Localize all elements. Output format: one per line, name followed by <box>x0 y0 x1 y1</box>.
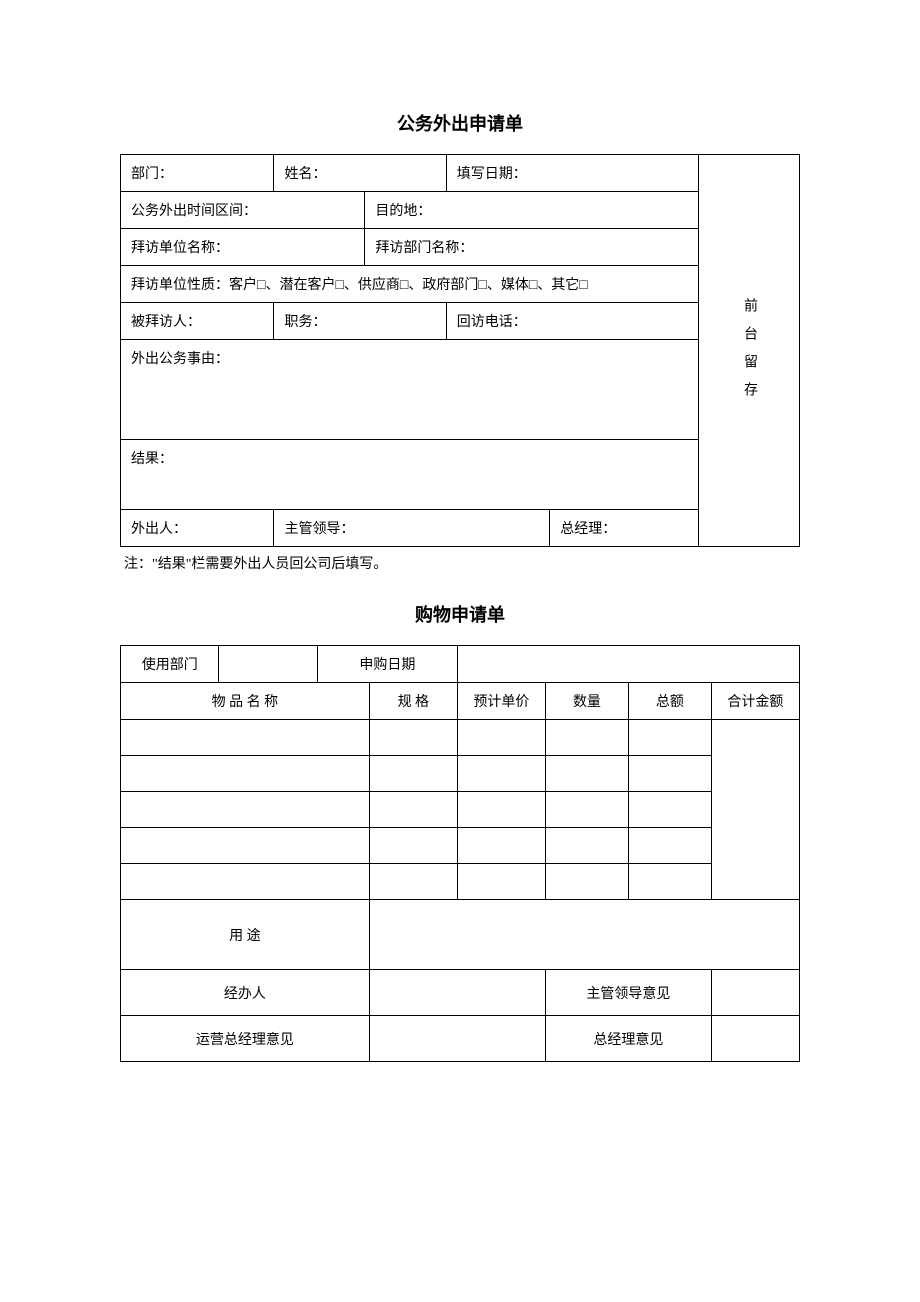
col-est-price: 预计单价 <box>457 683 545 720</box>
item-row-name[interactable] <box>121 828 370 864</box>
col-item-name: 物 品 名 称 <box>121 683 370 720</box>
field-reason[interactable]: 外出公务事由： <box>121 340 699 440</box>
field-visit-org-type[interactable]: 拜访单位性质：客户□、潜在客户□、供应商□、政府部门□、媒体□、其它□ <box>121 266 699 303</box>
item-row-price[interactable] <box>457 792 545 828</box>
field-out-person[interactable]: 外出人： <box>121 510 274 547</box>
side-note: 前台留存 <box>698 155 799 547</box>
field-supervisor[interactable]: 主管领导： <box>274 510 550 547</box>
label-ops-gm-opinion: 运营总经理意见 <box>121 1016 370 1062</box>
field-result[interactable]: 结果： <box>121 440 699 510</box>
field-grand-total[interactable] <box>711 720 799 900</box>
field-gm-opinion[interactable] <box>711 1016 799 1062</box>
col-spec: 规 格 <box>369 683 457 720</box>
form1-title: 公务外出申请单 <box>120 110 800 136</box>
item-row-price[interactable] <box>457 720 545 756</box>
item-row-qty[interactable] <box>545 756 628 792</box>
field-name[interactable]: 姓名： <box>274 155 446 192</box>
field-dept[interactable]: 部门： <box>121 155 274 192</box>
item-row-total[interactable] <box>628 756 711 792</box>
item-row-price[interactable] <box>457 828 545 864</box>
item-row-price[interactable] <box>457 864 545 900</box>
field-ops-gm-opinion[interactable] <box>369 1016 545 1062</box>
label-supervisor-opinion: 主管领导意见 <box>545 970 711 1016</box>
field-use-dept[interactable] <box>219 646 317 683</box>
item-row-qty[interactable] <box>545 792 628 828</box>
form2-title: 购物申请单 <box>120 601 800 627</box>
label-use-dept: 使用部门 <box>121 646 219 683</box>
field-purchase-date[interactable] <box>457 646 799 683</box>
field-callback[interactable]: 回访电话： <box>446 303 698 340</box>
label-purpose: 用 途 <box>121 900 370 970</box>
field-visitee[interactable]: 被拜访人： <box>121 303 274 340</box>
form1-note: 注："结果"栏需要外出人员回公司后填写。 <box>120 553 800 573</box>
field-visit-org-name[interactable]: 拜访单位名称： <box>121 229 365 266</box>
field-gm[interactable]: 总经理： <box>550 510 699 547</box>
item-row-qty[interactable] <box>545 828 628 864</box>
field-supervisor-opinion[interactable] <box>711 970 799 1016</box>
item-row-spec[interactable] <box>369 828 457 864</box>
item-row-qty[interactable] <box>545 720 628 756</box>
field-purpose[interactable] <box>369 900 799 970</box>
item-row-spec[interactable] <box>369 756 457 792</box>
item-row-total[interactable] <box>628 792 711 828</box>
field-position[interactable]: 职务： <box>274 303 446 340</box>
item-row-spec[interactable] <box>369 864 457 900</box>
col-total: 总额 <box>628 683 711 720</box>
field-visit-dept-name[interactable]: 拜访部门名称： <box>365 229 699 266</box>
item-row-total[interactable] <box>628 864 711 900</box>
field-destination[interactable]: 目的地： <box>365 192 699 229</box>
item-row-name[interactable] <box>121 756 370 792</box>
item-row-spec[interactable] <box>369 720 457 756</box>
label-handler: 经办人 <box>121 970 370 1016</box>
col-qty: 数量 <box>545 683 628 720</box>
form1-table: 部门： 姓名： 填写日期： 前台留存 公务外出时间区间： 目的地： 拜访单位名称… <box>120 154 800 547</box>
col-grand-total: 合计金额 <box>711 683 799 720</box>
item-row-name[interactable] <box>121 864 370 900</box>
label-gm-opinion: 总经理意见 <box>545 1016 711 1062</box>
item-row-name[interactable] <box>121 720 370 756</box>
item-row-total[interactable] <box>628 828 711 864</box>
item-row-spec[interactable] <box>369 792 457 828</box>
item-row-total[interactable] <box>628 720 711 756</box>
label-purchase-date: 申购日期 <box>317 646 457 683</box>
form2-table: 使用部门 申购日期 物 品 名 称 规 格 预计单价 数量 总额 合计金额 <box>120 645 800 1062</box>
item-row-qty[interactable] <box>545 864 628 900</box>
field-handler[interactable] <box>369 970 545 1016</box>
field-time-range[interactable]: 公务外出时间区间： <box>121 192 365 229</box>
item-row-price[interactable] <box>457 756 545 792</box>
item-row-name[interactable] <box>121 792 370 828</box>
field-fill-date[interactable]: 填写日期： <box>446 155 698 192</box>
